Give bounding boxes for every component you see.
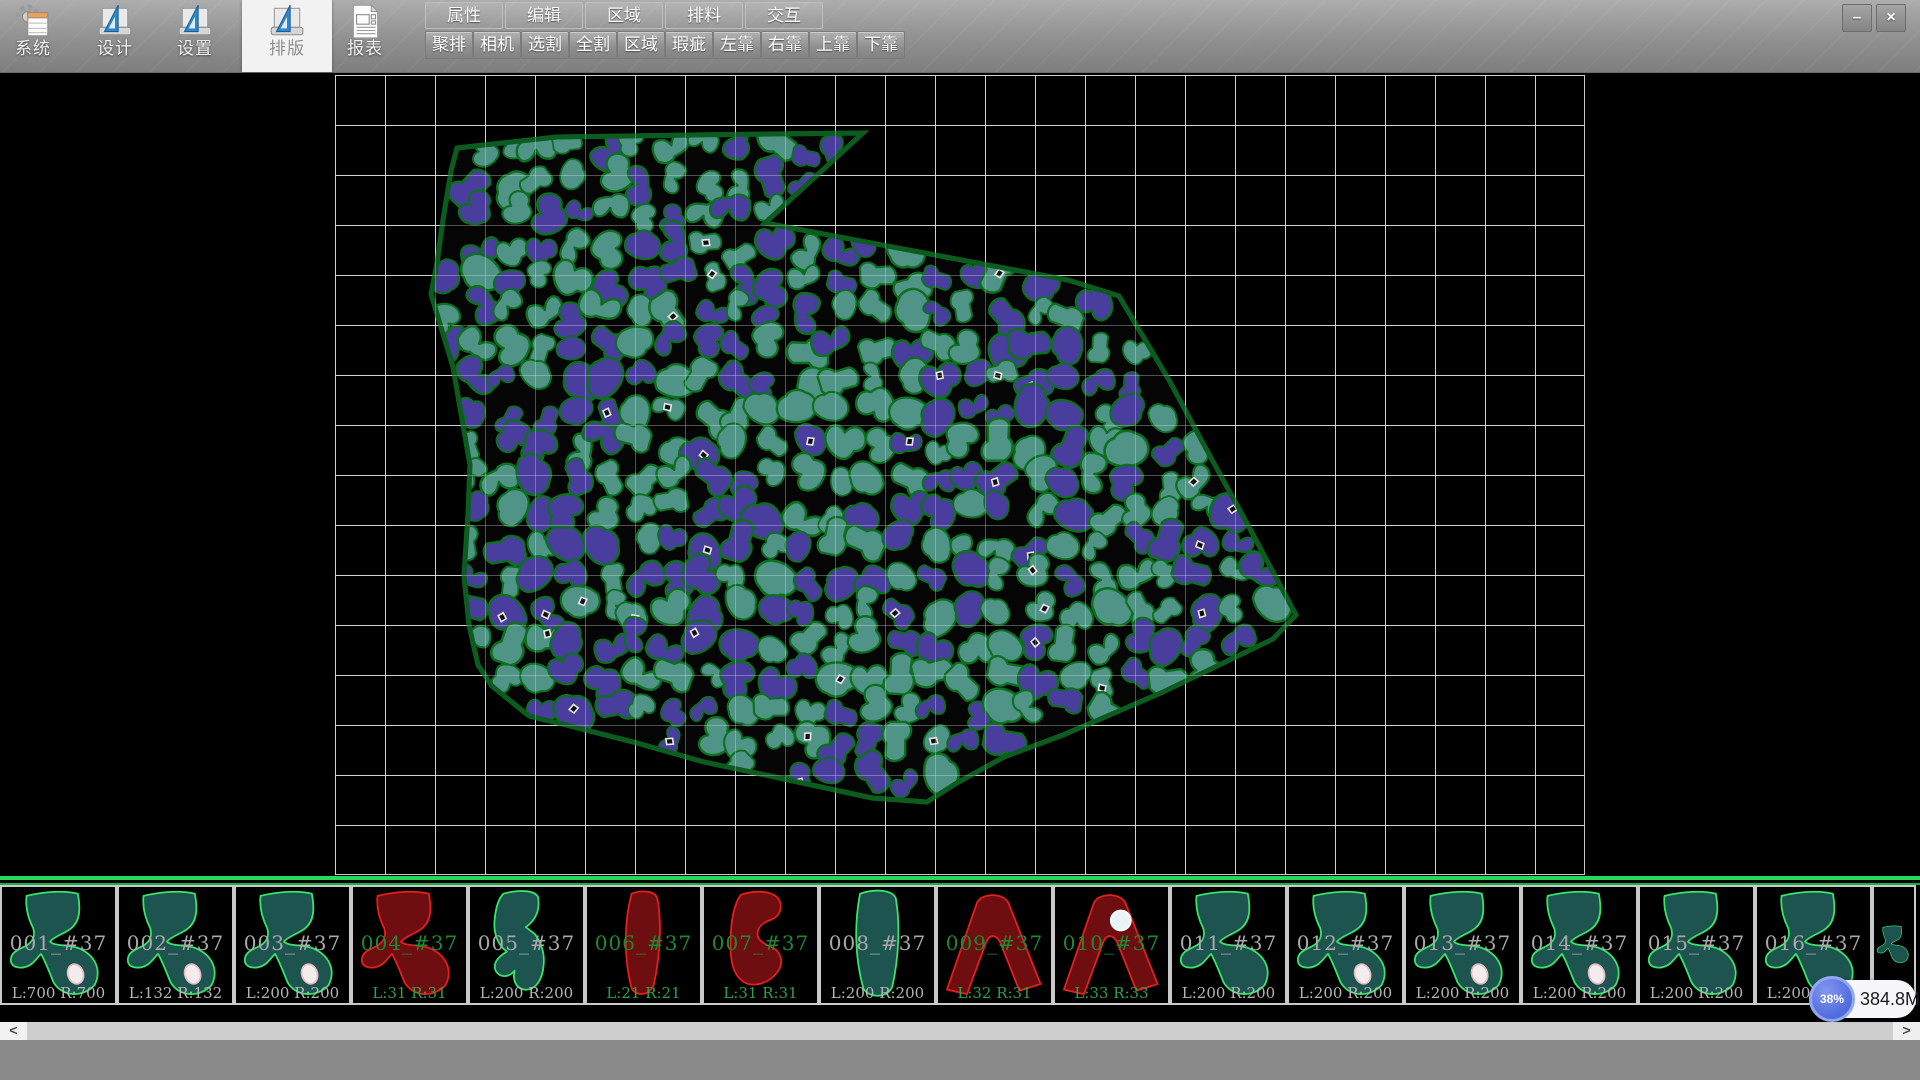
menu-tab-interaction[interactable]: 交互 (745, 2, 823, 29)
main-tab-label: 系统 (15, 40, 51, 58)
piece-thumbnail-014[interactable]: 014_#37L:200 R:200 (1521, 885, 1638, 1005)
piece-thumbnail-004[interactable]: 004_#37L:31 R:31 (351, 885, 468, 1005)
main-tab-design[interactable]: 设计 (82, 0, 148, 72)
nesting-canvas[interactable] (0, 72, 1920, 876)
main-tab-label: 排版 (269, 40, 305, 58)
piece-thumbnail-012[interactable]: 012_#37L:200 R:200 (1287, 885, 1404, 1005)
menu-tab-nesting[interactable]: 排料 (665, 2, 743, 29)
tool-button-snap-top[interactable]: 上靠 (809, 31, 857, 59)
main-tab-report[interactable]: 报表 (334, 0, 396, 72)
tool-button-snap-left[interactable]: 左靠 (713, 31, 761, 59)
ruler-laptop-icon (176, 3, 214, 39)
main-tab-layout[interactable]: 排版 (242, 0, 332, 72)
tool-button-snap-right[interactable]: 右靠 (761, 31, 809, 59)
piece-shape (587, 887, 700, 1003)
main-tab-system[interactable]: 系统 (0, 0, 66, 72)
minimize-button[interactable]: – (1842, 4, 1872, 32)
scroll-right-icon[interactable]: > (1893, 1022, 1920, 1040)
main-tab-label: 设计 (97, 40, 133, 58)
menu-tab-region[interactable]: 区域 (585, 2, 663, 29)
main-tab-label: 报表 (347, 40, 383, 58)
piece-shape (236, 887, 349, 1003)
piece-thumbnail-008[interactable]: 008_#37L:200 R:200 (819, 885, 936, 1005)
piece-shape (470, 887, 583, 1003)
memory-usage-badge: 38% 384.8M (1812, 980, 1916, 1018)
piece-shape (938, 887, 1051, 1003)
piece-shape (1289, 887, 1402, 1003)
piece-shape (1172, 887, 1285, 1003)
piece-shape (1406, 887, 1519, 1003)
menu-tab-edit[interactable]: 编辑 (505, 2, 583, 29)
status-bar (0, 1040, 1920, 1080)
piece-shape (704, 887, 817, 1003)
piece-thumbnail-strip: 001_#37L:700 R:700002_#37L:132 R:132003_… (0, 885, 1920, 1005)
scroll-left-icon[interactable]: < (0, 1022, 27, 1040)
tool-button-cluster-nest[interactable]: 聚排 (425, 31, 473, 59)
ruler-laptop-icon (96, 3, 134, 39)
report-document-icon (346, 3, 384, 39)
gear-table-icon (14, 3, 52, 39)
horizontal-scrollbar[interactable]: < > (0, 1022, 1920, 1040)
piece-shape (353, 887, 466, 1003)
nested-hide-svg (0, 72, 1920, 876)
piece-thumbnail-002[interactable]: 002_#37L:132 R:132 (117, 885, 234, 1005)
piece-thumbnail-009[interactable]: 009_#37L:32 R:31 (936, 885, 1053, 1005)
piece-thumbnail-007[interactable]: 007_#37L:31 R:31 (702, 885, 819, 1005)
main-tab-settings[interactable]: 设置 (162, 0, 228, 72)
ruler-laptop-icon (268, 3, 306, 39)
piece-shape (2, 887, 115, 1003)
piece-thumbnail-005[interactable]: 005_#37L:200 R:200 (468, 885, 585, 1005)
tool-button-select-cut[interactable]: 选割 (521, 31, 569, 59)
piece-shape (1055, 887, 1168, 1003)
tool-button-defect[interactable]: 瑕疵 (665, 31, 713, 59)
usage-percent-indicator: 38% (1809, 976, 1855, 1022)
piece-thumbnail-013[interactable]: 013_#37L:200 R:200 (1404, 885, 1521, 1005)
tool-button-region[interactable]: 区域 (617, 31, 665, 59)
tool-button-snap-bottom[interactable]: 下靠 (857, 31, 905, 59)
piece-thumbnail-006[interactable]: 006_#37L:21 R:21 (585, 885, 702, 1005)
tool-button-camera[interactable]: 相机 (473, 31, 521, 59)
piece-shape (1523, 887, 1636, 1003)
piece-shape (1640, 887, 1753, 1003)
piece-shape (119, 887, 232, 1003)
piece-thumbnail-015[interactable]: 015_#37L:200 R:200 (1638, 885, 1755, 1005)
piece-thumbnail-003[interactable]: 003_#37L:200 R:200 (234, 885, 351, 1005)
main-tab-label: 设置 (177, 40, 213, 58)
menu-tab-properties[interactable]: 属性 (425, 2, 503, 29)
ribbon-toolbar: 系统设计设置排版报表 属性编辑区域排料交互 聚排相机选割全割区域瑕疵左靠右靠上靠… (0, 0, 1920, 73)
piece-thumbnail-001[interactable]: 001_#37L:700 R:700 (0, 885, 117, 1005)
tool-button-cut-all[interactable]: 全割 (569, 31, 617, 59)
close-button[interactable]: × (1876, 4, 1906, 32)
piece-shape (821, 887, 934, 1003)
memory-value: 384.8M (1860, 980, 1920, 1018)
piece-thumbnail-010[interactable]: 010_#37L:33 R:33 (1053, 885, 1170, 1005)
green-divider-line (0, 876, 1920, 885)
piece-thumbnail-011[interactable]: 011_#37L:200 R:200 (1170, 885, 1287, 1005)
